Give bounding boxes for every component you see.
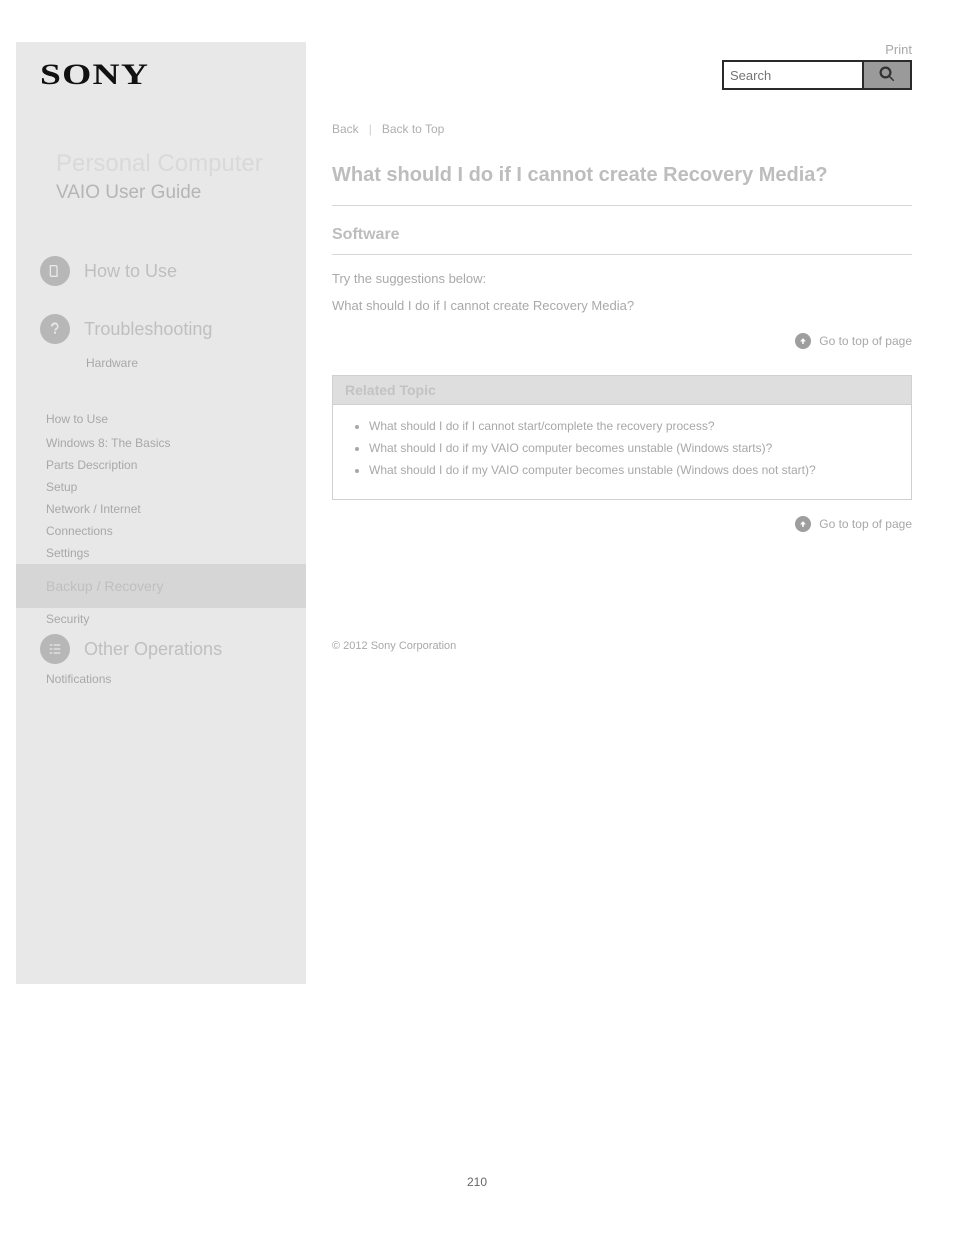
related-topic-item[interactable]: What should I do if my VAIO computer bec… <box>369 437 901 459</box>
related-topic-list: What should I do if I cannot start/compl… <box>333 405 911 499</box>
sidebar-item-label: How to Use <box>84 261 177 282</box>
article-suggestion-link[interactable]: What should I do if I cannot create Reco… <box>332 298 634 313</box>
article-subheading: Software <box>332 216 912 255</box>
go-to-top-link-2[interactable]: Go to top of page <box>332 516 912 532</box>
breadcrumb: Back | Back to Top <box>332 122 912 136</box>
question-icon <box>40 314 70 344</box>
book-icon <box>40 256 70 286</box>
related-topic-item[interactable]: What should I do if I cannot start/compl… <box>369 415 901 437</box>
sidebar-link-network[interactable]: Network / Internet <box>16 498 306 520</box>
article: What should I do if I cannot create Reco… <box>332 164 912 532</box>
guide-title: VAIO User Guide <box>56 182 201 204</box>
search-icon <box>878 65 896 86</box>
arrow-up-icon <box>795 333 811 349</box>
go-to-top-label: Go to top of page <box>819 517 912 531</box>
related-topic-header: Related Topic <box>333 376 911 405</box>
sidebar-group-title: How to Use <box>16 392 306 432</box>
list-icon <box>40 634 70 664</box>
product-title: Personal Computer <box>56 150 263 178</box>
sidebar-sub-label: Hardware <box>86 354 296 372</box>
sidebar-item-list-topics[interactable]: Other Operations <box>16 630 306 668</box>
sidebar-link-settings[interactable]: Settings <box>16 542 306 564</box>
sidebar-link-parts[interactable]: Parts Description <box>16 454 306 476</box>
sidebar-link-notifications[interactable]: Notifications <box>16 668 306 690</box>
breadcrumb-back[interactable]: Back <box>332 122 359 136</box>
footer: © 2012 Sony Corporation <box>332 640 912 652</box>
go-to-top-label: Go to top of page <box>819 334 912 348</box>
sidebar-link-connections[interactable]: Connections <box>16 520 306 542</box>
sidebar-item-how-to-use[interactable]: How to Use <box>16 242 306 300</box>
brand-logo: SONY <box>40 58 149 92</box>
related-topic-box: Related Topic What should I do if I cann… <box>332 375 912 500</box>
sidebar-item-label: Backup / Recovery <box>46 578 164 594</box>
go-to-top-link[interactable]: Go to top of page <box>332 333 912 349</box>
search-bar <box>722 60 912 90</box>
article-heading: What should I do if I cannot create Reco… <box>332 164 912 206</box>
sidebar-item-label: Other Operations <box>84 639 222 660</box>
arrow-up-icon <box>795 516 811 532</box>
sidebar-link-security[interactable]: Security <box>16 608 306 630</box>
page-number: 210 <box>0 1175 954 1189</box>
print-link[interactable]: Print <box>885 42 912 57</box>
main-content: Back | Back to Top What should I do if I… <box>332 122 912 558</box>
sidebar-item-label: Troubleshooting <box>84 319 212 340</box>
sidebar-link-setup[interactable]: Setup <box>16 476 306 498</box>
related-topic-item[interactable]: What should I do if my VAIO computer bec… <box>369 459 901 481</box>
sidebar-item-backup-recovery[interactable]: Backup / Recovery <box>16 564 306 608</box>
article-body: Try the suggestions below: <box>332 269 912 290</box>
sidebar: SONY Personal Computer VAIO User Guide H… <box>16 42 306 984</box>
breadcrumb-top[interactable]: Back to Top <box>382 122 444 136</box>
sidebar-link-windows8[interactable]: Windows 8: The Basics <box>16 432 306 454</box>
search-button[interactable] <box>862 60 912 90</box>
print-label: Print <box>885 42 912 57</box>
sidebar-sub-hardware[interactable]: Hardware <box>16 350 306 392</box>
search-input[interactable] <box>722 60 862 90</box>
breadcrumb-separator: | <box>369 122 372 136</box>
copyright: © 2012 Sony Corporation <box>332 640 456 652</box>
